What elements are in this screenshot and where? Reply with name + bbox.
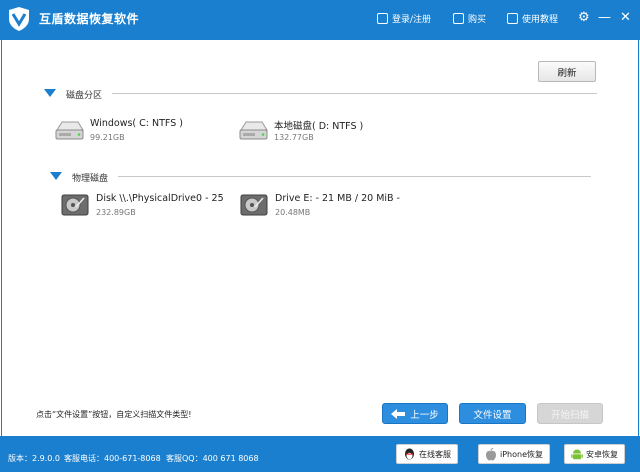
disk-size: 20.48MB bbox=[275, 208, 311, 217]
divider bbox=[118, 176, 591, 177]
tutorial-label: 使用教程 bbox=[522, 15, 559, 25]
status-bar: 版本：2.9.0.0 客服电话：400-671-8068 客服QQ：400 67… bbox=[0, 436, 640, 472]
partition-name: 本地磁盘( D: NTFS ) bbox=[274, 121, 364, 132]
title-bar: 互盾数据恢复软件 登录/注册 购买 使用教程 ⚙ — ✕ bbox=[0, 0, 640, 40]
qq-text: 客服QQ：400 671 8068 bbox=[166, 454, 259, 463]
iphone-recovery-button[interactable]: iPhone恢复 bbox=[478, 444, 551, 464]
partition-name: Windows( C: NTFS ) bbox=[90, 118, 183, 129]
iphone-recovery-label: iPhone恢复 bbox=[500, 449, 544, 459]
android-recovery-label: 安卓恢复 bbox=[586, 449, 618, 459]
disk-size: 232.89GB bbox=[96, 208, 136, 217]
tutorial-button[interactable]: 使用教程 bbox=[507, 12, 558, 25]
close-button[interactable]: ✕ bbox=[620, 11, 631, 24]
partition-size: 99.21GB bbox=[90, 133, 125, 142]
hard-drive-icon bbox=[239, 121, 268, 140]
physical-heading: 物理磁盘 bbox=[72, 174, 109, 184]
file-settings-button[interactable]: 文件设置 bbox=[459, 403, 526, 424]
minimize-button[interactable]: — bbox=[598, 11, 611, 24]
refresh-button[interactable]: 刷新 bbox=[538, 61, 596, 82]
disk-name: Drive E: - 21 MB / 20 MiB - C bbox=[275, 193, 403, 204]
collapse-arrow-icon[interactable] bbox=[44, 89, 56, 97]
hard-drive-icon bbox=[55, 121, 84, 140]
buy-button[interactable]: 购买 bbox=[453, 12, 486, 25]
hint-text: 点击“文件设置”按钮，自定义扫描文件类型! bbox=[36, 410, 192, 419]
previous-step-button[interactable]: 上一步 bbox=[382, 403, 448, 424]
physical-disk-icon bbox=[61, 194, 89, 216]
app-title: 互盾数据恢复软件 bbox=[39, 12, 140, 26]
start-scan-button[interactable]: 开始扫描 bbox=[537, 403, 603, 424]
user-icon bbox=[377, 13, 388, 24]
document-icon bbox=[507, 13, 518, 24]
android-recovery-button[interactable]: 安卓恢复 bbox=[564, 444, 625, 464]
android-icon bbox=[571, 449, 583, 459]
login-label: 登录/注册 bbox=[392, 15, 432, 25]
online-service-button[interactable]: 在线客服 bbox=[396, 444, 458, 464]
back-arrow-icon bbox=[391, 408, 406, 419]
qq-penguin-icon bbox=[405, 448, 414, 459]
physical-disk-item[interactable]: Drive E: - 21 MB / 20 MiB - C 20.48MB bbox=[239, 193, 403, 223]
buy-label: 购买 bbox=[468, 15, 487, 25]
partition-item[interactable]: 本地磁盘( D: NTFS ) 132.77GB bbox=[238, 118, 408, 148]
partition-item[interactable]: Windows( C: NTFS ) 99.21GB bbox=[54, 118, 224, 148]
settings-icon[interactable]: ⚙ bbox=[578, 11, 590, 24]
disk-name: Disk \\.\PhysicalDrive0 - 250 bbox=[96, 193, 224, 204]
phone-text: 客服电话：400-671-8068 bbox=[64, 454, 161, 463]
apple-icon bbox=[486, 447, 496, 460]
previous-step-label: 上一步 bbox=[410, 409, 439, 421]
physical-disk-icon bbox=[240, 194, 268, 216]
login-button[interactable]: 登录/注册 bbox=[377, 12, 431, 25]
yen-icon bbox=[453, 13, 464, 24]
online-service-label: 在线客服 bbox=[419, 449, 451, 459]
physical-disk-item[interactable]: Disk \\.\PhysicalDrive0 - 250 232.89GB bbox=[60, 193, 224, 223]
divider bbox=[112, 93, 597, 94]
version-text: 版本：2.9.0.0 bbox=[8, 454, 60, 463]
app-logo-icon bbox=[9, 7, 29, 31]
collapse-arrow-icon[interactable] bbox=[50, 172, 62, 180]
partitions-heading: 磁盘分区 bbox=[66, 91, 103, 101]
partition-size: 132.77GB bbox=[274, 133, 314, 142]
